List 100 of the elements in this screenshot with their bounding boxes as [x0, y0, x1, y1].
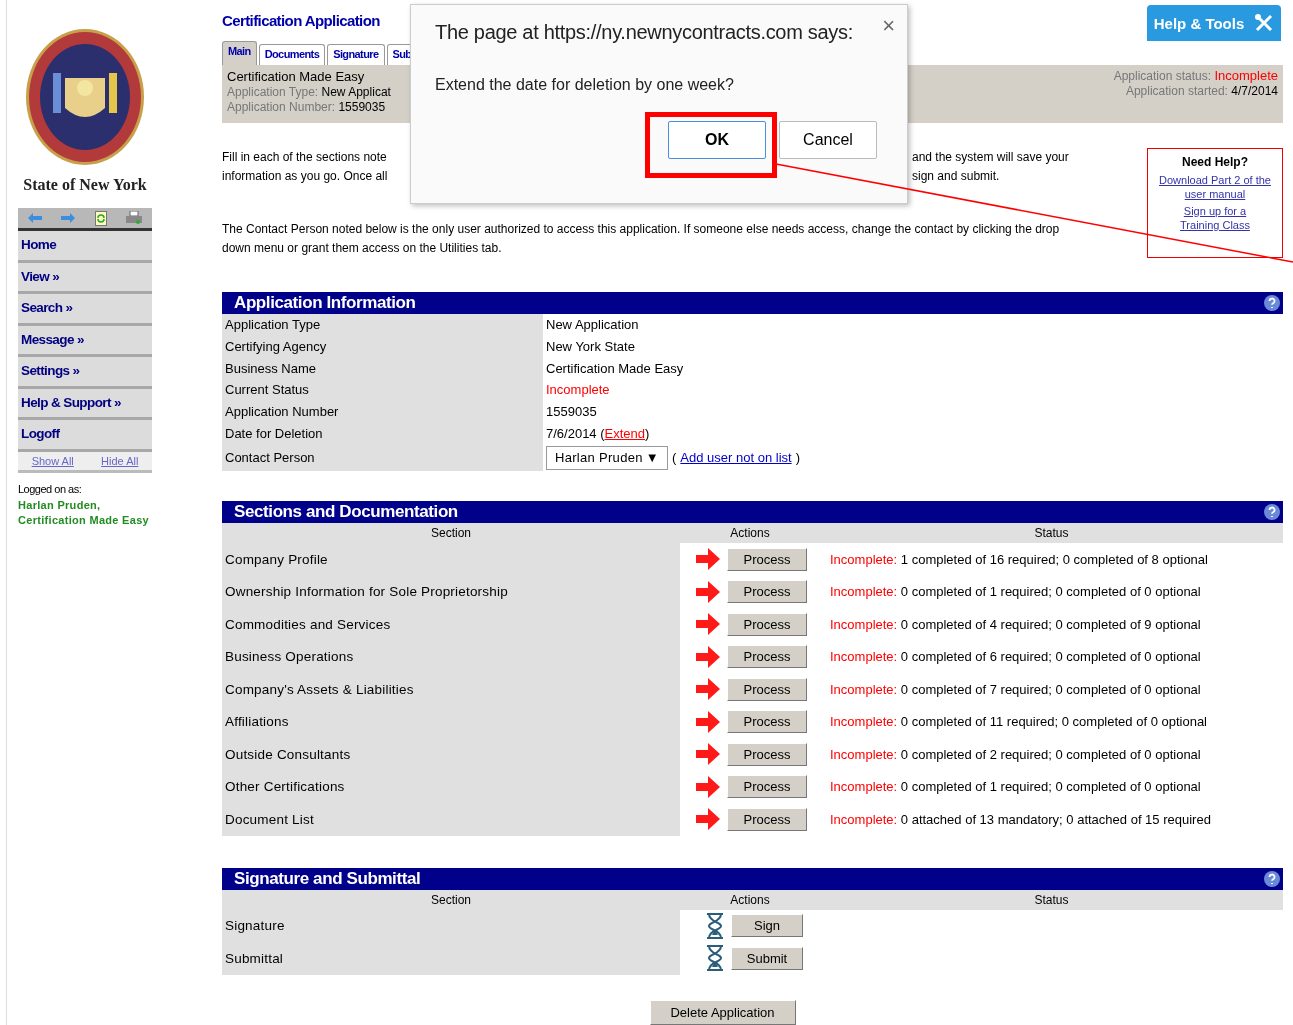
parenthesis: ) [795, 450, 800, 466]
extend-link[interactable]: Extend [604, 425, 646, 441]
process-button[interactable]: Process [727, 742, 807, 766]
application-started: Application started: 4/7/2014 [1125, 84, 1278, 98]
section-name: Submittal [222, 942, 680, 975]
arrow-icon [696, 580, 720, 603]
logged-on-user: Harlan Pruden, Certification Made Easy [18, 497, 150, 528]
section-status: Incomplete: 0 completed of 2 required; 0 completed of 0 optional [829, 745, 1202, 764]
help-icon[interactable] [1264, 504, 1280, 521]
section-name: Company Profile [222, 543, 680, 576]
section-name: Company's Assets & Liabilities [222, 673, 680, 706]
page-title: Certification Application [222, 12, 380, 29]
arrow-icon [696, 775, 720, 798]
column-header: Section [222, 889, 680, 910]
tools-icon [1254, 13, 1275, 33]
section-status: Incomplete: 0 completed of 4 required; 0 completed of 9 optional [829, 615, 1202, 634]
process-button[interactable]: Process [727, 612, 807, 636]
tab[interactable]: Main [222, 41, 257, 65]
nav-link[interactable]: Help & Support » [18, 388, 152, 420]
info-label: Business Name [222, 357, 543, 380]
info-label: Current Status [222, 379, 543, 401]
help-link[interactable]: Sign up for a Training Class [1170, 204, 1260, 232]
process-button[interactable]: Process [727, 677, 807, 701]
nav-link[interactable]: Search » [18, 294, 152, 326]
dialog-button[interactable]: Cancel [779, 121, 877, 159]
logged-on-label: Logged on as: [18, 482, 83, 495]
help-icon[interactable] [1264, 295, 1280, 311]
add-user-link[interactable]: Add user not on list [680, 450, 792, 466]
arrow-icon [696, 808, 720, 831]
date-value: 7/6/2014 [546, 425, 597, 441]
close-button[interactable]: × [882, 13, 895, 39]
help-icon[interactable] [1264, 870, 1280, 887]
column-header: Status [820, 889, 1283, 910]
arrow-icon [696, 548, 720, 571]
process-button[interactable]: Process [727, 710, 807, 734]
delete-application-button[interactable]: Delete Application [649, 999, 796, 1025]
parenthesis: ) [645, 425, 650, 441]
section-status: Incomplete: 0 completed of 11 required; 0 completed of 0 optional [829, 713, 1208, 732]
dropdown-arrow: ▼ [645, 450, 659, 466]
arrow-icon [696, 613, 720, 636]
section-status: Incomplete: 0 completed of 1 required; 0 completed of 0 optional [829, 583, 1202, 602]
section-title: Application Information [234, 293, 416, 313]
status-value: Incomplete [546, 382, 610, 398]
show-all-link[interactable]: Show All [31, 454, 74, 467]
contact-note: The Contact Person noted below is the only user authorized to access this application. If someone else needs access, change the contact by clicking the drop down menu or grant them access on the Utilities tab. [222, 221, 1061, 257]
contact-dropdown[interactable]: Harlan Pruden ▼ [546, 445, 668, 470]
section-name: Ownership Information for Sole Proprietorship [222, 575, 680, 609]
application-type: Application Type: New Applicat [227, 85, 391, 99]
info-label: Application Type [222, 314, 543, 336]
state-caption: State of New York [22, 176, 148, 194]
section-status: Incomplete: 0 completed of 6 required; 0 completed of 0 optional [829, 648, 1202, 667]
help-link[interactable]: Download Part 2 of the user manual [1156, 173, 1274, 201]
column-header: Status [820, 523, 1283, 544]
nav-link[interactable]: View » [18, 262, 152, 294]
hourglass-icon [706, 912, 724, 939]
nav-link[interactable]: Message » [18, 325, 152, 357]
process-button[interactable]: Process [727, 547, 807, 571]
refresh-page-icon[interactable] [94, 210, 107, 226]
section-name: Signature [222, 909, 680, 943]
nav-link[interactable]: Logoff [18, 420, 152, 452]
section-title: Sections and Documentation [234, 502, 458, 523]
process-button[interactable]: Process [727, 775, 807, 799]
parenthesis: ( [600, 425, 605, 441]
arrow-icon [696, 743, 720, 766]
process-button[interactable]: Process [727, 645, 807, 669]
dialog-heading: The page at https://ny.newnycontracts.com says: [435, 21, 854, 44]
section-status: Incomplete: 0 completed of 1 required; 0 completed of 0 optional [829, 778, 1202, 797]
action-button[interactable]: Sign [731, 914, 803, 938]
help-title: Need Help? [1182, 155, 1248, 169]
nav-link[interactable]: Home [18, 231, 152, 263]
arrow-icon [696, 678, 720, 701]
process-button[interactable]: Process [727, 580, 807, 604]
action-button[interactable]: Submit [731, 946, 803, 970]
nav-link[interactable]: Settings » [18, 357, 152, 389]
info-value: 1559035 [545, 403, 598, 422]
tab[interactable]: Signature [327, 44, 385, 65]
info-label: Date for Deletion [222, 422, 543, 445]
printer-icon[interactable] [126, 211, 143, 225]
info-label: Contact Person [222, 444, 543, 472]
section-name: Outside Consultants [222, 738, 680, 771]
section-status: Incomplete: 0 completed of 7 required; 0 completed of 0 optional [829, 680, 1202, 699]
application-number: Application Number: 1559035 [227, 100, 387, 114]
section-title: Signature and Submittal [234, 868, 421, 889]
instructions-text: and the system will save your sign and submit. [912, 149, 1070, 185]
arrow-icon [696, 645, 720, 668]
section-name: Other Certifications [222, 770, 680, 804]
section-name: Business Operations [222, 640, 680, 674]
info-value: New York State [545, 338, 636, 357]
application-status: Application status: Incomplete [1113, 68, 1278, 83]
arrow-icon [696, 710, 720, 733]
dialog-message: Extend the date for deletion by one week? [435, 76, 735, 94]
section-status: Incomplete: 0 attached of 13 mandatory; 0 attached of 15 required [829, 810, 1212, 829]
process-button[interactable]: Process [727, 807, 807, 831]
info-value: New Application [545, 316, 640, 335]
column-header: Actions [680, 889, 820, 910]
hide-all-link[interactable]: Hide All [101, 454, 139, 467]
tab[interactable]: Documents [258, 44, 326, 65]
dialog-button[interactable]: OK [668, 121, 766, 159]
column-header: Actions [680, 523, 820, 544]
section-name: Affiliations [222, 705, 680, 739]
